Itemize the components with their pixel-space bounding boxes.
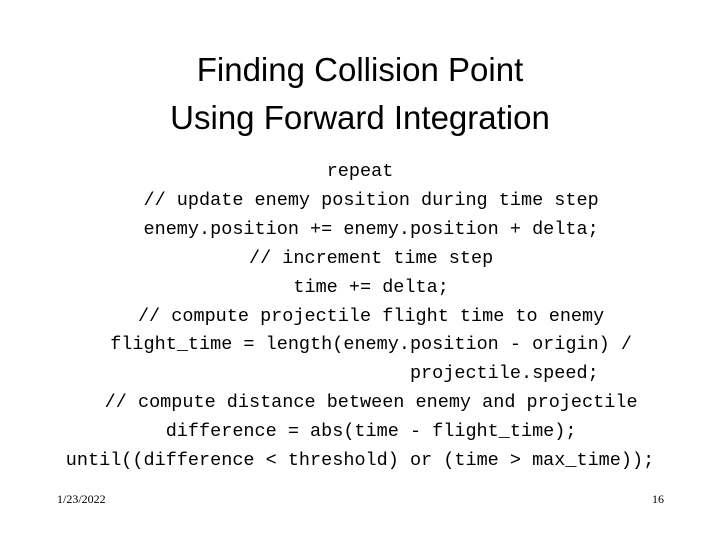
- code-line: flight_time = length(enemy.position - or…: [88, 334, 632, 356]
- code-line: // increment time step: [226, 247, 494, 269]
- code-line: enemy.position += enemy.position + delta…: [121, 218, 599, 240]
- code-line: repeat: [326, 161, 394, 182]
- code-line: // update enemy position during time ste…: [121, 189, 599, 211]
- code-line: time += delta;: [271, 276, 449, 298]
- footer-date: 1/23/2022: [57, 492, 106, 506]
- code-line: until((difference < threshold) or (time …: [65, 450, 655, 472]
- code-listing: repeat // update enemy position during t…: [0, 158, 720, 476]
- slide-canvas: Finding Collision Point Using Forward In…: [0, 0, 720, 540]
- code-line: projectile.speed;: [121, 363, 599, 385]
- title-line-1: Finding Collision Point: [196, 51, 524, 88]
- code-line: // compute projectile flight time to ene…: [115, 305, 605, 327]
- page-title: Finding Collision Point Using Forward In…: [0, 46, 720, 142]
- footer-page-number: 16: [652, 492, 664, 506]
- code-line: // compute distance between enemy and pr…: [82, 392, 638, 414]
- title-line-2: Using Forward Integration: [170, 99, 550, 136]
- code-line: difference = abs(time - flight_time);: [143, 421, 577, 443]
